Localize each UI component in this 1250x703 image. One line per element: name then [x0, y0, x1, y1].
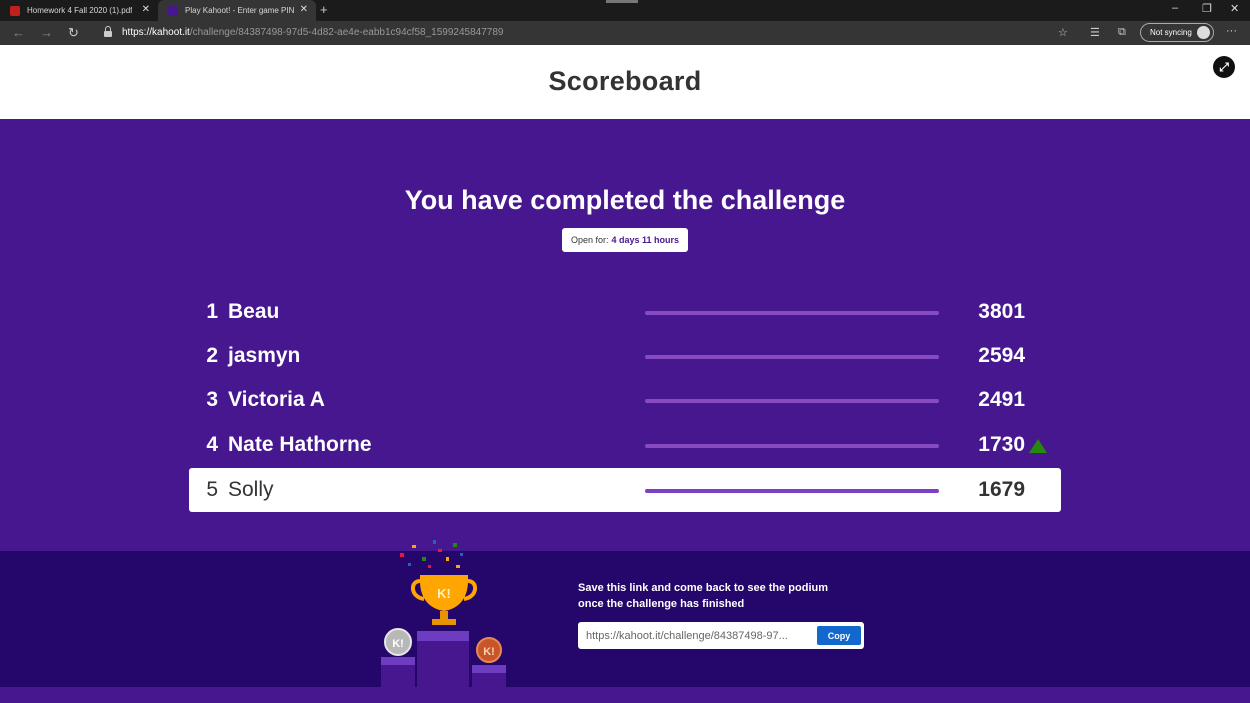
player-score: 3801 — [978, 300, 1025, 323]
window-drag-handle[interactable] — [606, 0, 638, 3]
copy-button[interactable]: Copy — [817, 626, 861, 645]
save-link-message: Save this link and come back to see the … — [578, 580, 878, 612]
page-header: Scoreboard ⤢ — [0, 45, 1250, 119]
player-name: Victoria A — [228, 388, 325, 411]
completion-headline: You have completed the challenge — [404, 185, 846, 215]
save-link-line: once the challenge has finished — [578, 598, 745, 610]
tab-kahoot[interactable]: Play Kahoot! - Enter game PIN h ✕ — [158, 0, 316, 21]
scoreboard-row: 1 Beau 3801 — [189, 290, 1061, 334]
player-score: 2491 — [978, 388, 1025, 411]
player-name: Nate Hathorne — [228, 433, 372, 456]
score-bar — [645, 311, 939, 315]
player-score: 2594 — [978, 344, 1025, 367]
url-field[interactable]: https://kahoot.it/challenge/84387498-97d… — [122, 27, 503, 38]
score-bar — [645, 489, 939, 493]
svg-text:K!: K! — [392, 638, 404, 650]
scoreboard-row-current-player: 5 Solly 1679 — [189, 468, 1061, 512]
browser-tab-bar: Homework 4 Fall 2020 (1).pdf ✕ Play Kaho… — [0, 0, 1250, 21]
player-name: jasmyn — [228, 344, 301, 367]
open-for-value: 4 days 11 hours — [611, 235, 680, 245]
svg-text:K!: K! — [437, 586, 451, 601]
lock-icon — [104, 26, 112, 37]
page-bottom-strip — [0, 687, 1250, 703]
trend-up-icon — [1029, 439, 1047, 453]
favorite-star-icon[interactable]: ☆ — [1058, 26, 1068, 39]
open-for-badge: Open for: 4 days 11 hours — [562, 228, 688, 252]
new-tab-icon[interactable]: + — [320, 2, 328, 17]
pdf-icon — [10, 5, 20, 16]
rank-number: 1 — [206, 300, 218, 323]
more-menu-icon[interactable]: ··· — [1226, 25, 1237, 37]
rank-number: 4 — [206, 433, 218, 456]
refresh-icon[interactable]: ↻ — [68, 25, 79, 41]
player-name: Beau — [228, 300, 280, 323]
challenge-link-box: Copy — [578, 622, 864, 649]
avatar — [1197, 26, 1210, 39]
tab-homework-pdf[interactable]: Homework 4 Fall 2020 (1).pdf ✕ — [0, 0, 158, 21]
challenge-link-input[interactable] — [586, 622, 810, 649]
favorites-list-icon[interactable]: ☰ — [1090, 26, 1100, 39]
back-icon[interactable]: ← — [12, 25, 25, 40]
trophy-podium-illustration: K! K! K! — [381, 540, 506, 687]
address-bar: ← → ↻ https://kahoot.it/challenge/843874… — [0, 21, 1250, 45]
open-for-label: Open for: — [570, 235, 609, 245]
scoreboard-row: 2 jasmyn 2594 — [189, 334, 1061, 378]
tab-title: Homework 4 Fall 2020 (1).pdf — [27, 6, 133, 15]
forward-icon[interactable]: → — [40, 25, 53, 40]
score-bar — [645, 399, 939, 403]
close-tab-icon[interactable]: ✕ — [300, 4, 308, 15]
score-bar — [645, 355, 939, 359]
rank-number: 2 — [206, 344, 218, 367]
player-score: 1730 — [978, 433, 1025, 456]
rank-number: 3 — [206, 388, 218, 411]
tab-title: Play Kahoot! - Enter game PIN h — [185, 6, 295, 15]
kahoot-icon — [168, 5, 178, 16]
scoreboard-row: 3 Victoria A 2491 — [189, 378, 1061, 422]
minimize-icon[interactable]: – — [1172, 2, 1178, 14]
restore-icon[interactable]: ❐ — [1202, 2, 1212, 15]
player-name: Solly — [228, 478, 274, 501]
save-link-line: Save this link and come back to see the … — [578, 582, 829, 594]
scoreboard-section: You have completed the challenge Open fo… — [0, 119, 1250, 551]
player-score: 1679 — [978, 478, 1025, 501]
rank-number: 5 — [206, 478, 218, 501]
score-bar — [645, 444, 939, 448]
fullscreen-icon[interactable]: ⤢ — [1213, 56, 1235, 78]
podium-footer: K! K! K! Save this link and come back to… — [0, 540, 1250, 687]
sync-label: Not syncing — [1150, 28, 1192, 37]
profile-sync-button[interactable]: Not syncing — [1140, 23, 1214, 42]
page-title: Scoreboard — [548, 66, 702, 96]
close-window-icon[interactable]: ✕ — [1230, 2, 1239, 15]
scoreboard-row: 4 Nate Hathorne 1730 — [189, 423, 1061, 467]
collections-icon[interactable]: ⧉ — [1118, 26, 1126, 39]
close-tab-icon[interactable]: ✕ — [142, 4, 150, 15]
svg-text:K!: K! — [483, 646, 495, 658]
